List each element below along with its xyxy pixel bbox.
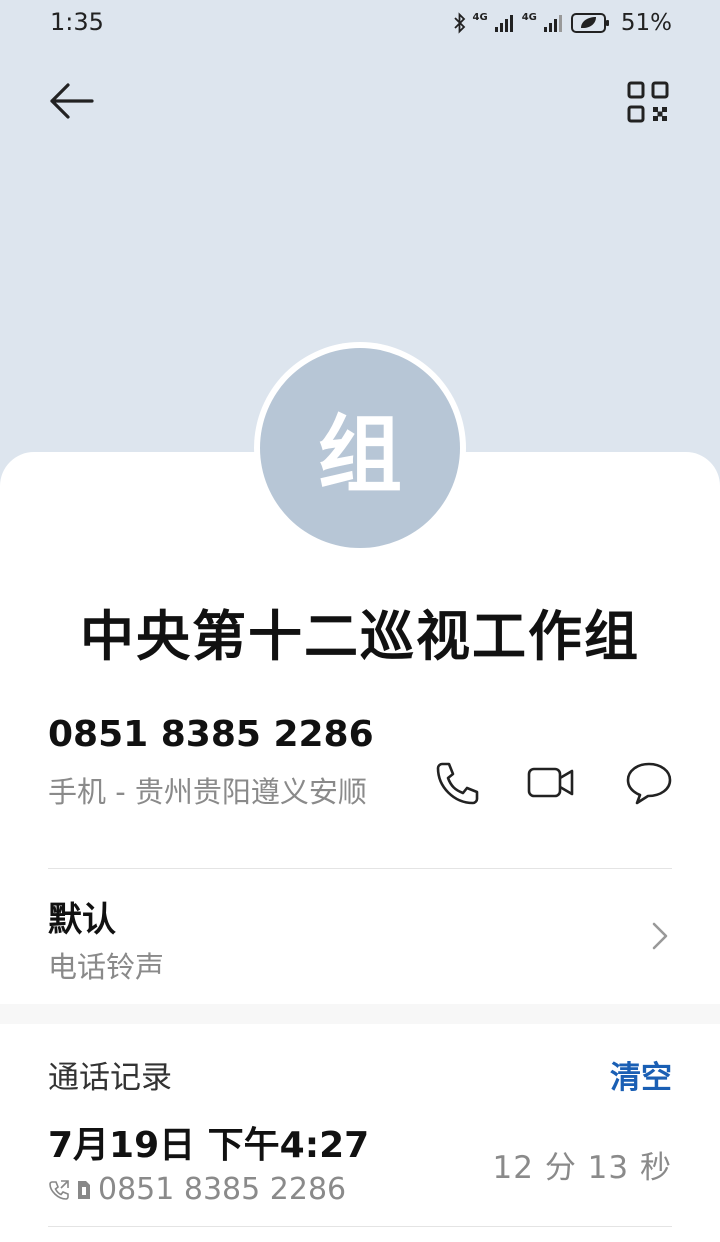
call-meta: 0851 8385 2286 bbox=[48, 1172, 346, 1207]
avatar-letter: 组 bbox=[317, 405, 402, 504]
bluetooth-icon bbox=[453, 12, 465, 34]
phone-number[interactable]: 0851 8385 2286 bbox=[48, 714, 374, 755]
phone-icon bbox=[436, 762, 479, 805]
call-button[interactable] bbox=[432, 758, 482, 808]
divider bbox=[48, 1226, 672, 1227]
video-call-button[interactable] bbox=[526, 758, 576, 808]
battery-icon bbox=[570, 13, 609, 33]
video-call-icon bbox=[527, 767, 574, 798]
battery-percent: 51% bbox=[620, 10, 672, 36]
qr-code-icon bbox=[627, 81, 669, 123]
status-icons: 4G 4G 51% bbox=[453, 10, 672, 36]
message-icon bbox=[626, 762, 672, 805]
clear-log-button[interactable]: 清空 bbox=[610, 1052, 672, 1097]
ringtone-subtitle: 电话铃声 bbox=[48, 950, 165, 984]
contact-name: 中央第十二巡视工作组 bbox=[80, 605, 640, 668]
network-label-2: 4G bbox=[521, 12, 537, 23]
call-datetime: 7月19日 下午4:27 bbox=[48, 1125, 370, 1166]
section-separator bbox=[0, 1004, 720, 1024]
call-log-title: 通话记录 bbox=[48, 1060, 172, 1096]
qr-code-button[interactable] bbox=[626, 80, 670, 124]
call-number: 0851 8385 2286 bbox=[98, 1172, 347, 1207]
call-duration: 12 分 13 秒 bbox=[492, 1150, 672, 1186]
status-bar: 1:35 4G 4G 51% bbox=[0, 0, 720, 46]
ringtone-title: 默认 bbox=[48, 900, 116, 940]
phone-location: 手机 - 贵州贵阳遵义安顺 bbox=[48, 775, 367, 809]
outgoing-call-icon bbox=[49, 1179, 69, 1200]
arrow-left-icon bbox=[50, 83, 94, 119]
signal-icon bbox=[494, 15, 513, 32]
network-label-1: 4G bbox=[472, 12, 488, 23]
signal-icon bbox=[543, 15, 562, 32]
divider bbox=[48, 868, 672, 869]
status-time: 1:35 bbox=[50, 8, 104, 36]
message-button[interactable] bbox=[624, 758, 674, 808]
back-button[interactable] bbox=[46, 78, 96, 124]
sim-card-icon bbox=[78, 1180, 90, 1199]
avatar[interactable]: 组 bbox=[260, 348, 460, 548]
chevron-right-icon bbox=[652, 922, 668, 950]
